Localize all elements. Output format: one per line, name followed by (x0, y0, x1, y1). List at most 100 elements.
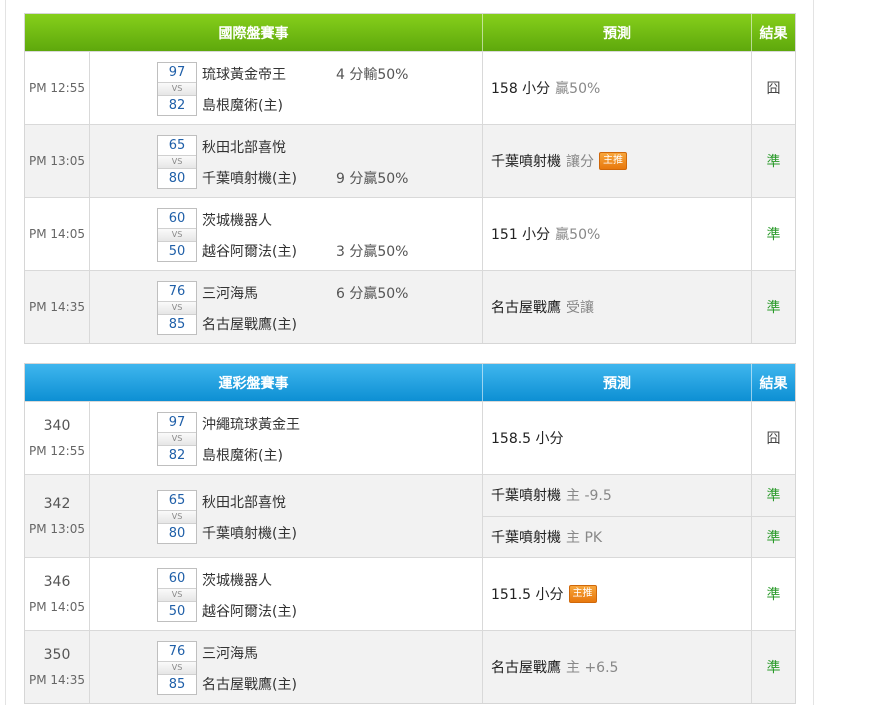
prediction-cell: 158 小分 贏50% (482, 52, 751, 124)
game-time: PM 12:55 (25, 52, 90, 124)
handicap-home: 9 分贏50% (336, 171, 409, 187)
table-row: 340 PM 12:55 97 VS 82 沖繩琉球黃金王 島根魔術(主) 15… (25, 401, 795, 474)
score-box: 60 VS 50 (157, 568, 197, 622)
result-mark: 準 (766, 488, 781, 505)
game-time: PM 14:35 (25, 271, 90, 343)
home-score: 82 (168, 448, 186, 463)
result-mark: 囧 (766, 431, 781, 447)
prediction: 名古屋戰鷹 受讓 (483, 271, 751, 343)
handicap-home: 3 分贏50% (336, 244, 409, 260)
left-border (5, 0, 6, 705)
matchup: 76 VS 85 三河海馬 名古屋戰鷹(主) 6 分贏50% (90, 271, 482, 343)
header-result: 結果 (751, 364, 795, 401)
prediction-cell: 158.5 小分 (482, 402, 751, 474)
home-team: 名古屋戰鷹(主) (202, 317, 297, 333)
prediction-main: 151 小分 (491, 227, 551, 243)
featured-pick-badge: 主推 (599, 152, 627, 170)
score-box: 97 VS 82 (157, 62, 197, 116)
prediction-detail: 贏50% (555, 227, 601, 243)
vs-label: VS (158, 510, 196, 524)
vs-label: VS (158, 661, 196, 675)
home-team: 千葉噴射機(主) (202, 171, 297, 187)
game-time: PM 14:05 (25, 198, 90, 270)
score-box: 60 VS 50 (157, 208, 197, 262)
matchup: 65 VS 80 秋田北部喜悅 千葉噴射機(主) 9 分贏50% (90, 125, 482, 197)
result-cell: 囧 (751, 52, 795, 124)
time-label: PM 13:05 (29, 154, 85, 168)
prediction: 名古屋戰鷹 主 +6.5 (483, 631, 751, 703)
game-time: 342 PM 13:05 (25, 475, 90, 557)
game-time: 346 PM 14:05 (25, 558, 90, 630)
away-team: 沖繩琉球黃金王 (202, 417, 300, 433)
vs-label: VS (158, 432, 196, 446)
result-mark: 準 (766, 300, 781, 316)
prediction-main: 千葉噴射機 (491, 529, 561, 546)
table-row: PM 14:35 76 VS 85 三河海馬 名古屋戰鷹(主) 6 分贏50% … (25, 270, 795, 343)
result-cell: 準 (751, 631, 795, 703)
prediction: 151.5 小分 主推 (483, 558, 751, 630)
away-team: 秋田北部喜悅 (202, 140, 286, 156)
time-label: PM 13:05 (29, 522, 85, 536)
home-score: 80 (168, 171, 186, 186)
table-row: PM 13:05 65 VS 80 秋田北部喜悅 千葉噴射機(主) 9 分贏50… (25, 124, 795, 197)
result-cell: 準 (751, 271, 795, 343)
away-score: 76 (168, 644, 186, 659)
time-label: PM 12:55 (29, 444, 85, 458)
handicap-away: 6 分贏50% (336, 286, 409, 302)
away-team: 茨城機器人 (202, 573, 272, 589)
game-number: 350 (43, 647, 71, 663)
result-mark: 準 (752, 515, 795, 558)
prediction-main: 名古屋戰鷹 (491, 660, 561, 676)
matchup: 76 VS 85 三河海馬 名古屋戰鷹(主) (90, 631, 482, 703)
matchup: 60 VS 50 茨城機器人 越谷阿爾法(主) (90, 558, 482, 630)
result-cell: 準 (751, 558, 795, 630)
home-team: 越谷阿爾法(主) (202, 244, 297, 260)
prediction-main: 名古屋戰鷹 (491, 300, 561, 316)
home-team: 島根魔術(主) (202, 448, 283, 464)
prediction-detail: 贏50% (555, 81, 601, 97)
header-prediction: 預測 (482, 14, 751, 51)
home-score: 50 (168, 604, 186, 619)
away-score: 97 (168, 65, 186, 80)
matchup: 60 VS 50 茨城機器人 越谷阿爾法(主) 3 分贏50% (90, 198, 482, 270)
home-team: 千葉噴射機(主) (202, 526, 297, 542)
vs-label: VS (158, 301, 196, 315)
away-team: 茨城機器人 (202, 213, 272, 229)
prediction-main: 151.5 小分 (491, 587, 564, 603)
header-prediction: 預測 (482, 364, 751, 401)
score-box: 65 VS 80 (157, 135, 197, 189)
score-box: 97 VS 82 (157, 412, 197, 466)
prediction-main: 158.5 小分 (491, 431, 564, 447)
prediction-cell: 151.5 小分 主推 (482, 558, 751, 630)
intl-table-header: 國際盤賽事 預測 結果 (25, 14, 795, 51)
table-row: 346 PM 14:05 60 VS 50 茨城機器人 越谷阿爾法(主) 151… (25, 557, 795, 630)
game-number: 346 (43, 574, 71, 590)
intl-games-table: 國際盤賽事 預測 結果 PM 12:55 97 VS 82 琉球黃金帝王 島根魔… (24, 13, 796, 344)
result-mark: 準 (766, 587, 781, 603)
table-row: PM 12:55 97 VS 82 琉球黃金帝王 島根魔術(主) 4 分輸50%… (25, 51, 795, 124)
right-border (813, 0, 814, 705)
vs-label: VS (158, 588, 196, 602)
featured-pick-badge: 主推 (568, 585, 597, 603)
result-mark: 準 (766, 154, 781, 170)
home-team: 名古屋戰鷹(主) (202, 677, 297, 693)
away-score: 60 (168, 571, 186, 586)
away-team: 三河海馬 (202, 286, 258, 302)
away-score: 65 (168, 493, 186, 508)
prediction: 千葉噴射機 主 PK (483, 515, 751, 558)
game-time: 340 PM 12:55 (25, 402, 90, 474)
prediction-cell: 千葉噴射機 主 -9.5 千葉噴射機 主 PK (482, 475, 751, 557)
home-score: 50 (168, 244, 186, 259)
away-team: 秋田北部喜悅 (202, 495, 286, 511)
away-score: 65 (168, 138, 186, 153)
away-team: 琉球黃金帝王 (202, 67, 286, 83)
table-row: 342 PM 13:05 65 VS 80 秋田北部喜悅 千葉噴射機(主) 千葉… (25, 474, 795, 557)
prediction-cell: 名古屋戰鷹 受讓 (482, 271, 751, 343)
prediction-detail: 主 -9.5 (566, 488, 612, 505)
prediction: 158.5 小分 (483, 402, 751, 474)
lottery-table-header: 運彩盤賽事 預測 結果 (25, 364, 795, 401)
home-team: 越谷阿爾法(主) (202, 604, 297, 620)
prediction: 千葉噴射機 主 -9.5 (483, 475, 751, 516)
prediction: 158 小分 贏50% (483, 52, 751, 124)
handicap-away: 4 分輸50% (336, 67, 409, 83)
